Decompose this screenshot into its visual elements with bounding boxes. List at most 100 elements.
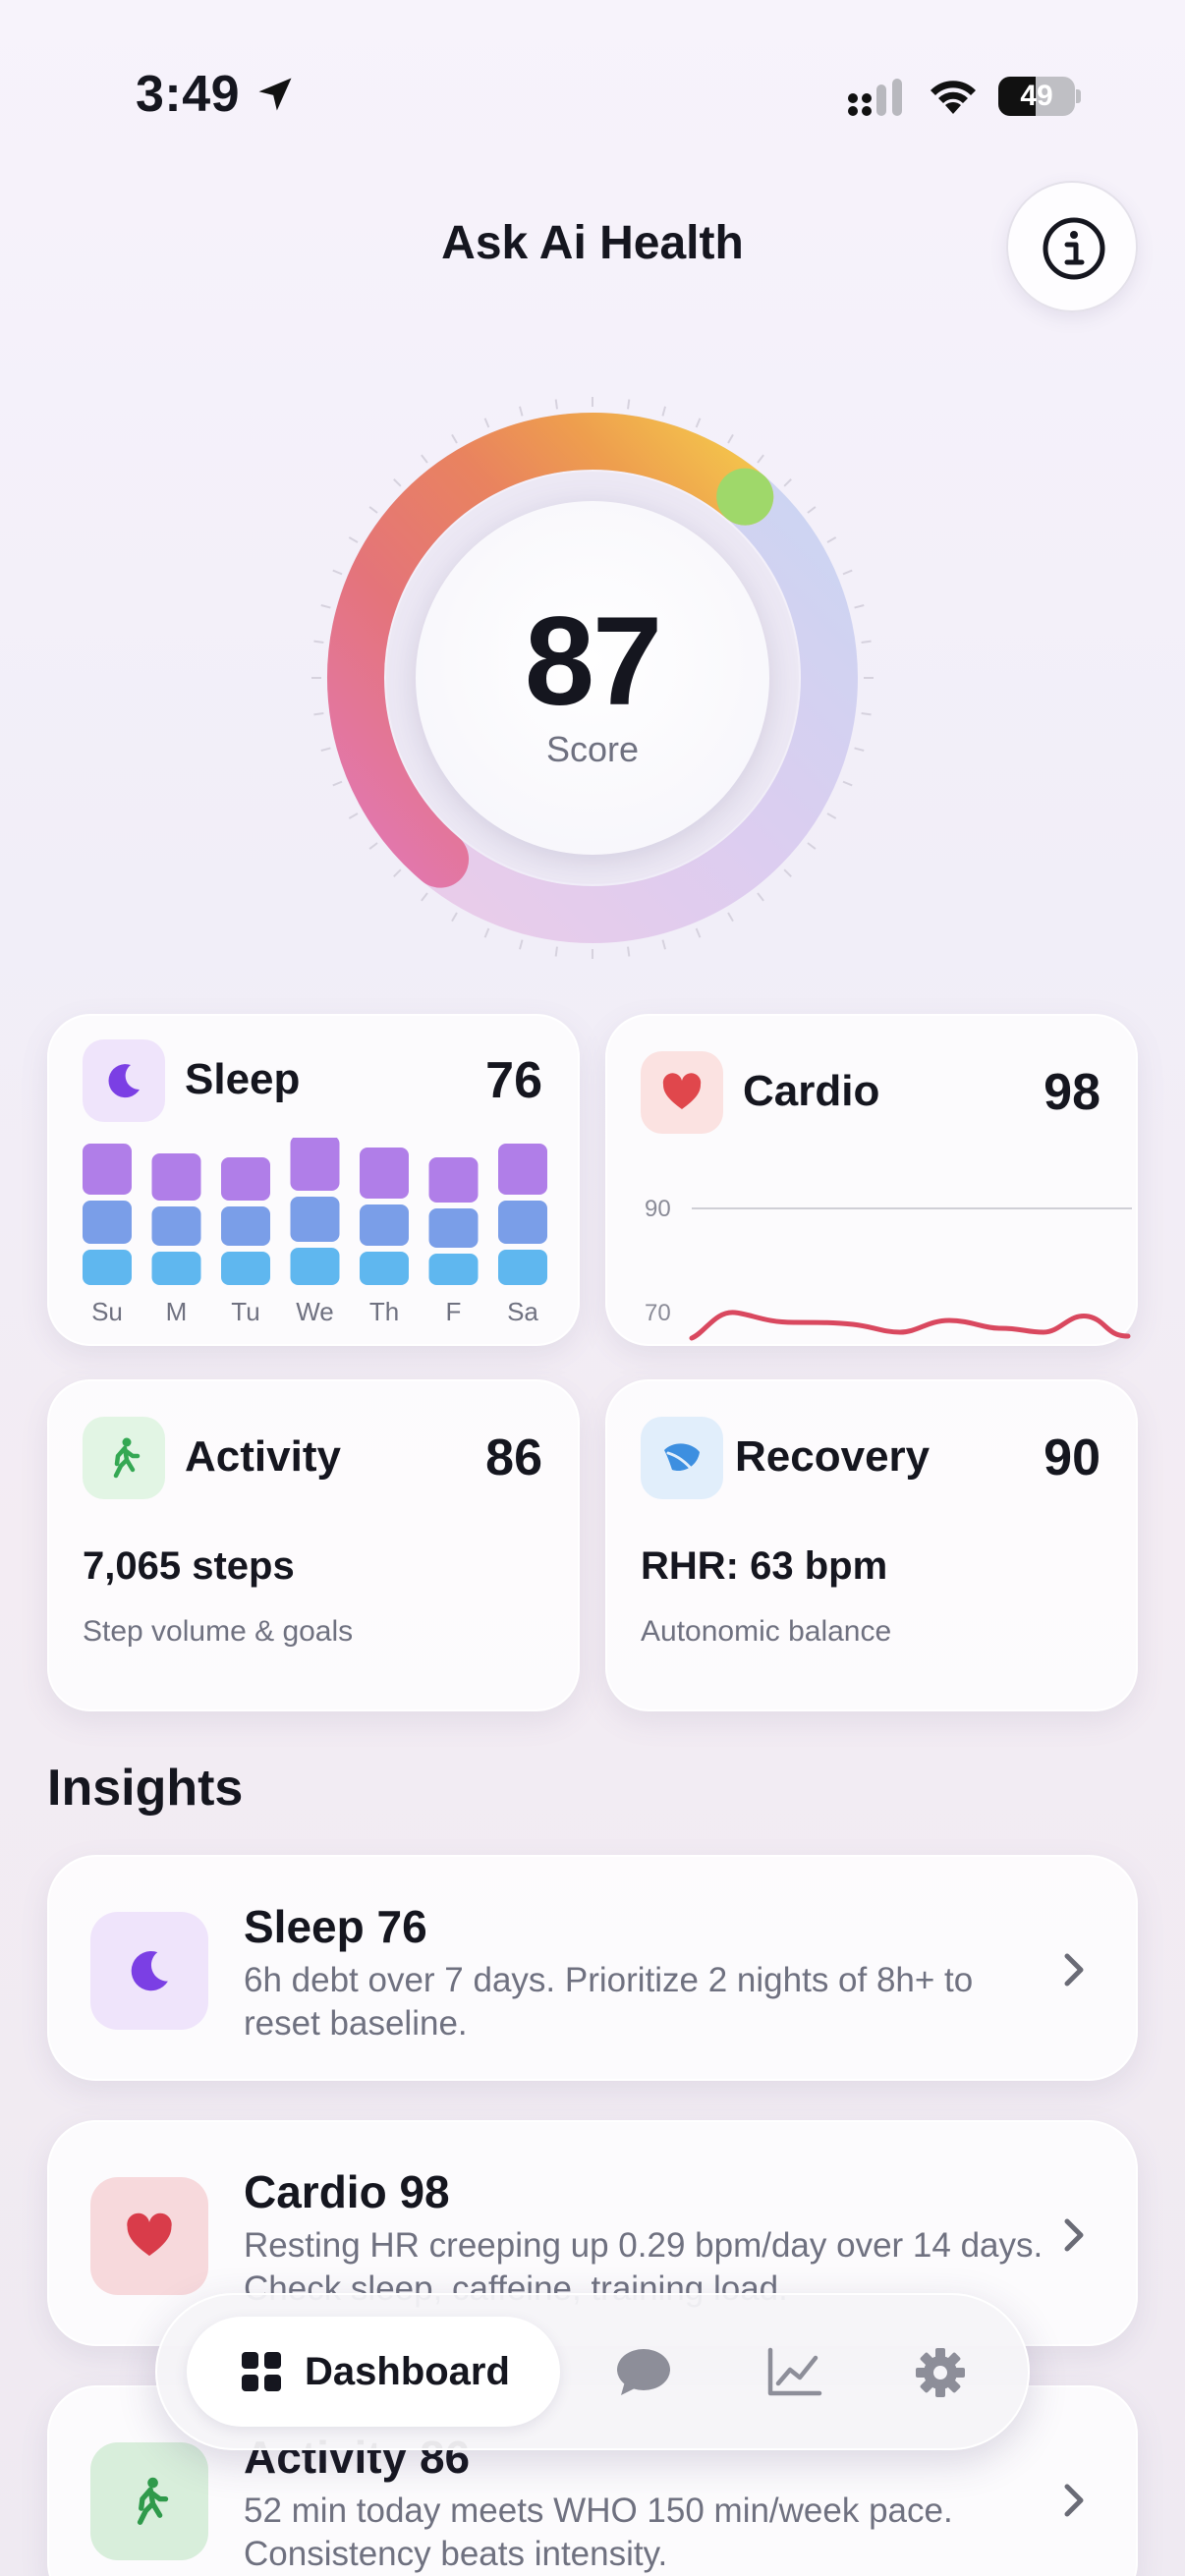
- score-label: Score: [545, 729, 640, 769]
- walking-icon: [113, 1437, 141, 1479]
- gauge-tick: [807, 842, 817, 850]
- sleep-stage-bar: [151, 1206, 201, 1246]
- sleep-day-label: F: [446, 1297, 462, 1324]
- gear-icon[interactable]: [912, 2346, 969, 2399]
- chat-bubble-icon[interactable]: [615, 2346, 672, 2399]
- tab-bar: Dashboard: [155, 2293, 1030, 2450]
- status-time: 3:49: [136, 66, 241, 123]
- gauge-tick: [483, 927, 490, 938]
- sleep-stage-bar: [498, 1250, 547, 1285]
- sleep-stage-bar: [498, 1201, 547, 1244]
- walking-icon: [137, 2477, 169, 2525]
- insight-title: Sleep 76: [244, 1901, 427, 1952]
- battery-icon: 49: [998, 77, 1081, 116]
- insight-sleep[interactable]: Sleep 76 6h debt over 7 days. Prioritize…: [47, 1855, 1138, 2081]
- chevron-right-icon: [1064, 2218, 1084, 2252]
- cellular-signal-icon: [848, 79, 902, 116]
- gauge-tick: [393, 478, 402, 487]
- activity-card-value: 86: [485, 1429, 542, 1486]
- score-gauge: 87 Score: [308, 393, 877, 963]
- sleep-stage-bar: [221, 1252, 270, 1285]
- sleep-day-label: M: [166, 1297, 188, 1324]
- gauge-tick: [826, 536, 837, 543]
- chevron-right-icon: [1064, 2484, 1084, 2517]
- gauge-tick: [421, 892, 428, 902]
- score-value: 87: [524, 591, 662, 732]
- insight-icon-box: [90, 2442, 208, 2560]
- sleep-day-label: Sa: [507, 1297, 538, 1324]
- moon-icon: [131, 1951, 168, 1991]
- recovery-card-title: Recovery: [735, 1432, 931, 1481]
- wifi-icon: [931, 81, 976, 114]
- gauge-tick: [661, 406, 666, 417]
- gauge-tick: [627, 946, 631, 957]
- info-button[interactable]: [1006, 181, 1138, 312]
- recovery-card-value: 90: [1044, 1429, 1100, 1486]
- sleep-stage-bar: [151, 1252, 201, 1285]
- recovery-rhr: RHR: 63 bpm: [641, 1544, 888, 1588]
- dashboard-grid-icon: [242, 2352, 281, 2391]
- chevron-right-icon: [1064, 1953, 1084, 1987]
- recovery-subtitle: Autonomic balance: [641, 1615, 892, 1648]
- activity-card-title: Activity: [185, 1432, 341, 1481]
- cardio-chart: 90 70: [645, 1196, 1132, 1341]
- gauge-tick: [757, 454, 764, 464]
- gauge-tick: [727, 433, 734, 444]
- gauge-tick: [695, 927, 702, 938]
- sleep-stage-bar: [290, 1248, 340, 1285]
- gauge-tick: [368, 506, 378, 514]
- sleep-card-value: 76: [485, 1052, 542, 1109]
- gauge-tick: [332, 780, 343, 787]
- insight-icon-box: [90, 1912, 208, 2030]
- insight-description: 6h debt over 7 days. Prioritize 2 nights…: [244, 1961, 974, 2043]
- gauge-tick: [695, 418, 702, 428]
- sleep-day-label: Su: [91, 1297, 123, 1324]
- gauge-tick: [519, 939, 524, 950]
- activity-subtitle: Step volume & goals: [83, 1615, 354, 1648]
- gauge-tick: [826, 812, 837, 819]
- cardio-card-title: Cardio: [743, 1067, 880, 1115]
- sleep-stage-bar: [290, 1138, 340, 1191]
- sleep-stage-bar: [83, 1201, 132, 1244]
- gauge-tick: [807, 506, 817, 514]
- sleep-stage-bar: [428, 1254, 479, 1285]
- gauge-tick: [783, 868, 792, 877]
- gauge-tick: [661, 939, 666, 950]
- sleep-stage-bar: [360, 1148, 409, 1199]
- sleep-stage-bar: [83, 1250, 132, 1285]
- insight-title: Cardio 98: [244, 2166, 450, 2217]
- gauge-tick: [451, 433, 458, 444]
- sleep-stage-bar: [360, 1252, 409, 1285]
- gauge-tick: [348, 536, 359, 543]
- info-icon: [1043, 217, 1105, 280]
- location-arrow-icon: [258, 78, 292, 111]
- sleep-day-label: Tu: [231, 1297, 259, 1324]
- trend-chart-icon[interactable]: [766, 2346, 823, 2399]
- gauge-end-cap: [716, 468, 774, 526]
- gauge-tick: [451, 912, 458, 923]
- app-screen: 3:49 49 Ask Ai Health 87 Score Sleep 76 …: [0, 0, 1185, 2576]
- sleep-stage-bar: [290, 1197, 340, 1242]
- gauge-tick: [842, 569, 853, 576]
- insight-description: 52 min today meets WHO 150 min/week pace…: [244, 2492, 953, 2573]
- gauge-tick: [421, 454, 428, 464]
- heart-icon: [127, 2212, 172, 2257]
- gauge-tick: [757, 892, 764, 902]
- sleep-card[interactable]: Sleep 76 Su M Tu We Th F Sa: [47, 1014, 580, 1346]
- sleep-stage-bar: [428, 1208, 479, 1248]
- tab-dashboard[interactable]: Dashboard: [187, 2317, 560, 2427]
- gauge-tick: [368, 842, 378, 850]
- gauge-tick: [554, 946, 558, 957]
- cardio-card-icon: [641, 1051, 723, 1134]
- cardio-trend-line: [689, 1310, 1131, 1341]
- activity-card[interactable]: Activity 86 7,065 steps Step volume & go…: [47, 1379, 580, 1711]
- cardio-card[interactable]: Cardio 98 90 70: [605, 1014, 1138, 1346]
- sleep-day-label: Th: [369, 1297, 399, 1324]
- gauge-tick: [348, 812, 359, 819]
- gauge-tick: [483, 418, 490, 428]
- insights-title: Insights: [47, 1760, 244, 1817]
- recovery-card[interactable]: Recovery 90 RHR: 63 bpm Autonomic balanc…: [605, 1379, 1138, 1711]
- sleep-card-icon: [83, 1039, 165, 1122]
- gauge-tick: [842, 780, 853, 787]
- gauge-tick: [393, 868, 402, 877]
